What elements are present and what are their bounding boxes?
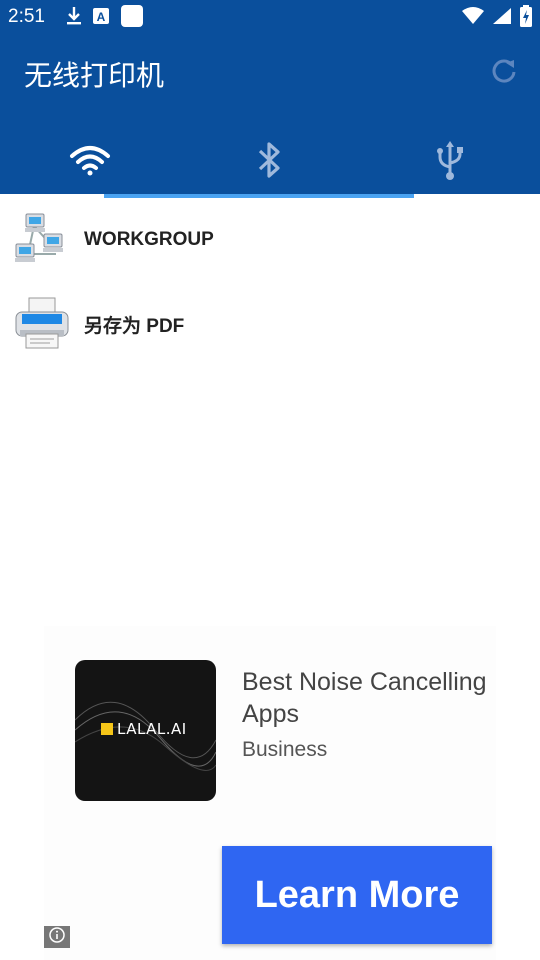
tab-bluetooth[interactable] — [180, 130, 360, 194]
app-square-icon — [120, 4, 144, 33]
refresh-button[interactable] — [490, 56, 518, 84]
ad-brand-name: LALAL.AI — [117, 720, 187, 738]
tab-bar — [0, 130, 540, 194]
tab-usb[interactable] — [360, 130, 540, 194]
ad-title[interactable]: Best Noise Cancelling Apps — [242, 666, 492, 730]
download-icon — [66, 6, 82, 31]
info-icon — [49, 926, 65, 948]
list-item[interactable]: WORKGROUP — [0, 198, 540, 282]
ad-category: Business — [242, 738, 328, 761]
printer-name: 另存为 PDF — [84, 315, 185, 337]
battery-charging-icon — [520, 4, 532, 32]
wifi-icon — [462, 6, 484, 30]
ad-info-button[interactable] — [44, 926, 70, 948]
app-bar: 无线打印机 — [0, 36, 540, 198]
network-computers-icon — [12, 210, 72, 270]
cell-signal-icon — [492, 7, 512, 30]
brand-logo-icon — [101, 723, 113, 735]
printer-list: WORKGROUP 另存为 PDF — [0, 198, 540, 366]
status-left-icons: A — [66, 4, 154, 33]
printer-icon — [12, 294, 72, 354]
page-title: 无线打印机 — [24, 59, 165, 92]
status-time: 2:51 — [8, 6, 45, 27]
bluetooth-icon — [256, 140, 284, 185]
list-item[interactable]: 另存为 PDF — [0, 282, 540, 366]
status-right-icons — [454, 4, 532, 32]
wifi-icon — [68, 144, 112, 181]
tab-wifi[interactable] — [0, 130, 180, 194]
ad-banner[interactable]: LALAL.AI Best Noise Cancelling Apps Busi… — [44, 626, 496, 960]
text-a-icon: A — [92, 7, 110, 30]
ad-brand: LALAL.AI — [101, 720, 187, 738]
learn-more-button[interactable]: Learn More — [222, 846, 492, 944]
svg-text:A: A — [97, 10, 106, 24]
status-bar: 2:51 A — [0, 0, 540, 36]
usb-icon — [435, 139, 465, 186]
printer-name: WORKGROUP — [84, 229, 214, 250]
refresh-icon — [490, 59, 518, 88]
ad-thumbnail[interactable]: LALAL.AI — [75, 660, 216, 801]
